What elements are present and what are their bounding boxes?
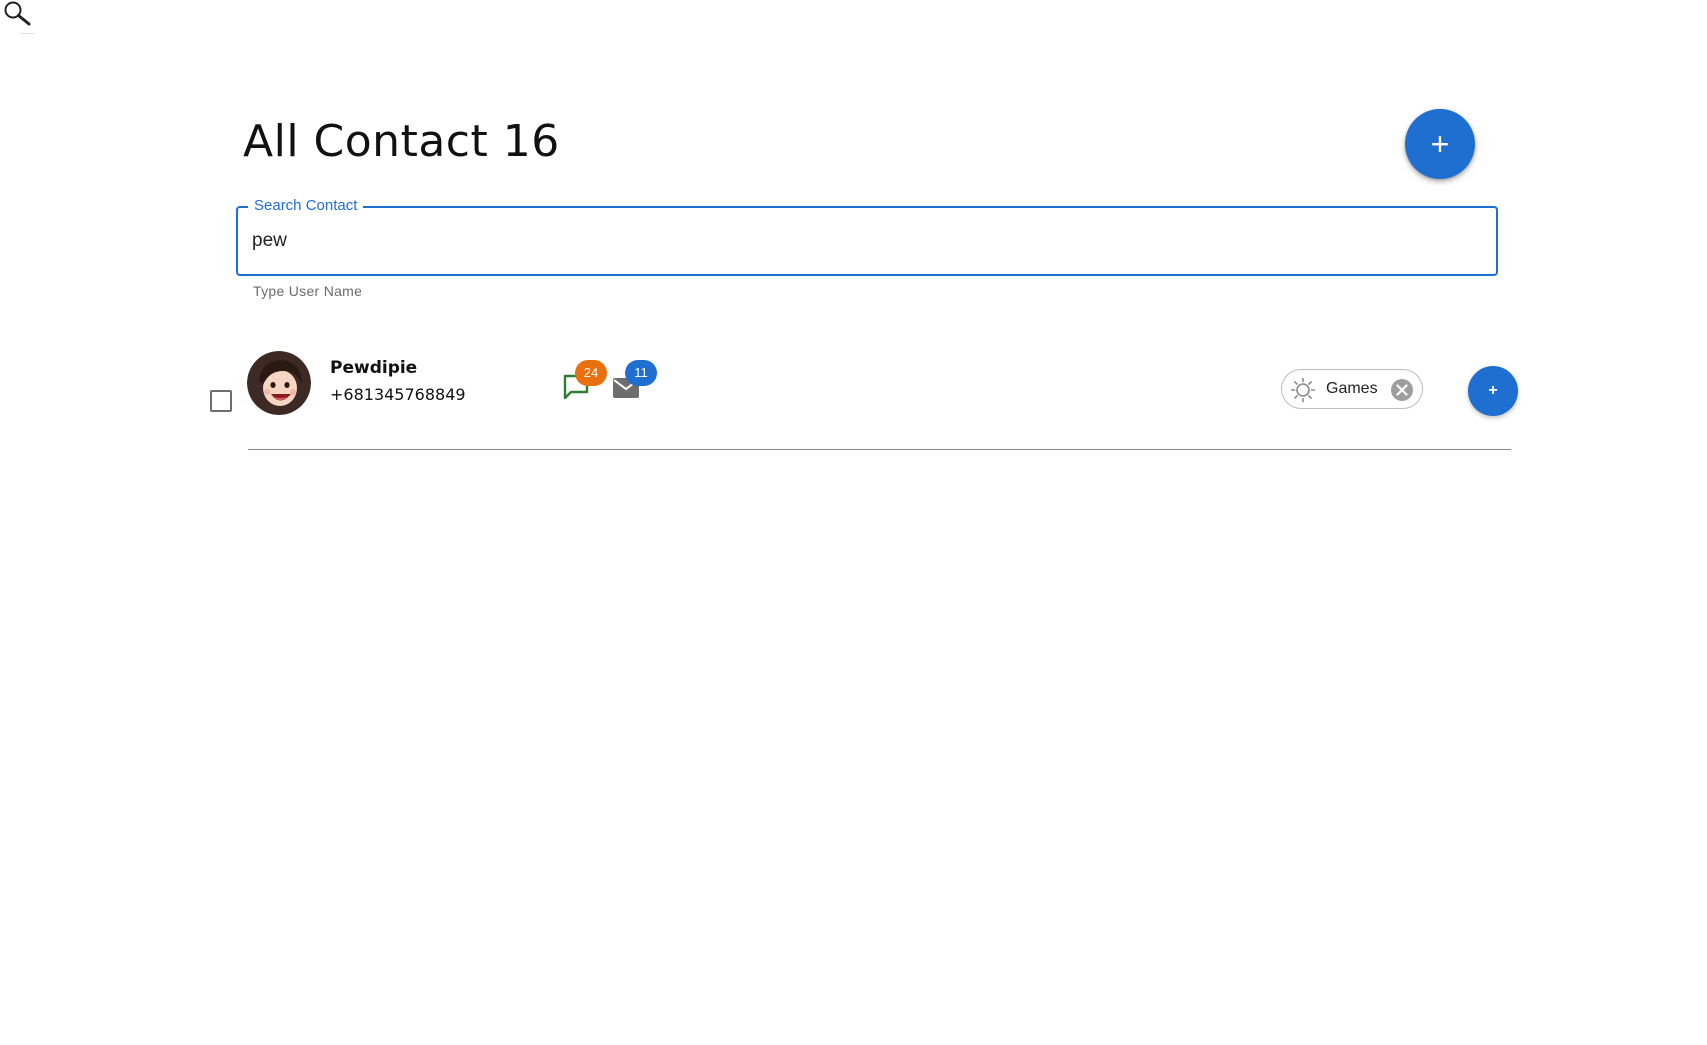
magnifier-icon [4, 1, 31, 26]
page-title: All Contact 16 [243, 116, 560, 167]
sun-icon [1290, 377, 1316, 403]
avatar [247, 351, 311, 415]
tag-chip-games[interactable]: Games [1281, 369, 1423, 409]
emails-count-badge: 11 [625, 360, 657, 386]
tag-label: Games [1326, 380, 1378, 397]
contact-name: Pewdipie [330, 358, 418, 378]
top-search-button[interactable] [2, 0, 34, 34]
search-helper-text: Type User Name [253, 283, 363, 299]
contact-row: Pewdipie +681345768849 24 11 Games + [205, 348, 1518, 450]
row-divider [248, 449, 1511, 450]
contact-checkbox[interactable] [210, 390, 232, 412]
messages-count-badge: 24 [575, 360, 607, 386]
add-contact-button[interactable]: + [1405, 109, 1475, 179]
contact-phone: +681345768849 [330, 385, 466, 404]
search-field[interactable]: Search Contact [236, 196, 1498, 276]
search-input[interactable] [252, 222, 1472, 260]
top-search-underline [20, 33, 34, 34]
search-label: Search Contact [248, 196, 364, 216]
add-tag-button[interactable]: + [1468, 366, 1518, 416]
cartoon-face-avatar-icon [247, 351, 311, 415]
close-circle-icon [1391, 379, 1413, 401]
remove-tag-button[interactable] [1390, 378, 1414, 402]
